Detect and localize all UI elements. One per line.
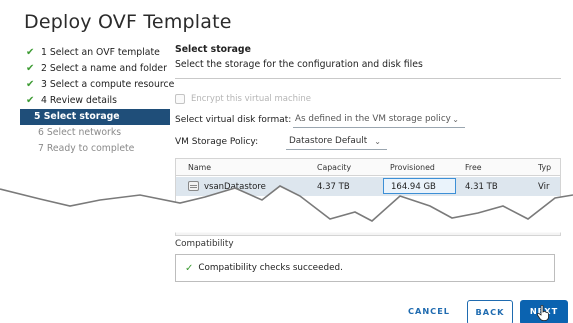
wizard-step-2[interactable]: ✔ 2 Select a name and folder [24,61,170,77]
encrypt-label: Encrypt this virtual machine [191,94,312,104]
checkmark-icon: ✔ [26,95,35,106]
encrypt-vm-option: Encrypt this virtual machine [175,94,311,104]
scroll-left-icon[interactable]: ◂ [179,224,183,233]
dialog-title: Deploy OVF Template [24,11,232,33]
compatibility-status-box: ✓ Compatibility checks succeeded. [175,254,555,282]
back-button[interactable]: BACK [467,300,513,323]
wizard-step-5[interactable]: 5 Select storage [20,109,170,125]
storage-policy-row: VM Storage Policy: Datastore Default ⌄ [175,136,387,150]
wizard-step-label: 1 Select an OVF template [41,47,160,58]
wizard-step-label: 3 Select a compute resource [41,79,175,90]
chevron-down-icon: ⌄ [374,137,381,146]
hand-cursor-icon [537,305,549,321]
wizard-steps: ✔ 1 Select an OVF template ✔ 2 Select a … [20,45,174,157]
wizard-step-4[interactable]: ✔ 4 Review details [24,93,170,109]
checkmark-icon: ✔ [26,47,35,58]
wizard-step-label: 2 Select a name and folder [41,63,167,74]
wizard-step-6: 6 Select networks [24,125,170,141]
storage-pane-header: Select storage Select the storage for th… [175,44,561,70]
encrypt-checkbox [175,94,185,104]
checkmark-icon: ✔ [26,79,35,90]
column-header-type[interactable]: Typ [538,163,551,172]
column-header-provisioned[interactable]: Provisioned [390,163,435,172]
cancel-button[interactable]: CANCEL [404,300,454,323]
storage-policy-value: Datastore Default [289,136,368,146]
wizard-step-1[interactable]: ✔ 1 Select an OVF template [24,45,170,61]
wizard-step-7: 7 Ready to complete [24,141,170,157]
scroll-right-icon[interactable]: ▸ [542,224,546,233]
scrollbar-thumb[interactable] [190,228,370,232]
cell-type: Vir [538,182,550,192]
horizontal-scrollbar[interactable]: ◂ ▸ ⌄ [176,224,560,235]
scroll-down-icon[interactable]: ⌄ [550,224,557,233]
chevron-down-icon: ⌄ [452,115,459,124]
disk-format-label: Select virtual disk format: [175,115,292,125]
column-header-capacity[interactable]: Capacity [317,163,351,172]
pane-subheading: Select the storage for the configuration… [175,59,423,70]
datastore-table: Name Capacity Provisioned Free Typ vsanD… [175,158,561,236]
cell-free: 4.31 TB [465,182,498,192]
cell-capacity: 4.37 TB [317,182,350,192]
cell-provisioned: 164.94 GB [391,182,436,192]
header-divider [175,78,561,79]
wizard-step-label: 5 Select storage [34,111,120,122]
disk-format-row: Select virtual disk format: As defined i… [175,114,465,128]
checkmark-icon: ✔ [26,63,35,74]
column-header-free[interactable]: Free [465,163,482,172]
disk-format-value: As defined in the VM storage policy [295,114,451,124]
column-header-name[interactable]: Name [188,163,211,172]
wizard-step-label: 4 Review details [41,95,117,106]
check-icon: ✓ [185,262,194,274]
table-header: Name Capacity Provisioned Free Typ [176,159,560,176]
wizard-step-label: 6 Select networks [38,127,122,138]
storage-policy-label: VM Storage Policy: [175,137,259,147]
wizard-step-3[interactable]: ✔ 3 Select a compute resource [24,77,174,93]
pane-heading: Select storage [175,44,251,55]
wizard-step-label: 7 Ready to complete [38,143,135,154]
datastore-icon [188,181,199,191]
cell-provisioned-focus: 164.94 GB [383,178,456,194]
compatibility-label: Compatibility [175,239,234,249]
storage-policy-select[interactable]: Datastore Default ⌄ [286,136,387,150]
table-row[interactable]: vsanDatastore 4.37 TB 164.94 GB 4.31 TB … [176,177,560,196]
cell-name: vsanDatastore [204,182,266,192]
compatibility-status: Compatibility checks succeeded. [198,263,343,273]
disk-format-select[interactable]: As defined in the VM storage policy ⌄ [293,114,465,128]
